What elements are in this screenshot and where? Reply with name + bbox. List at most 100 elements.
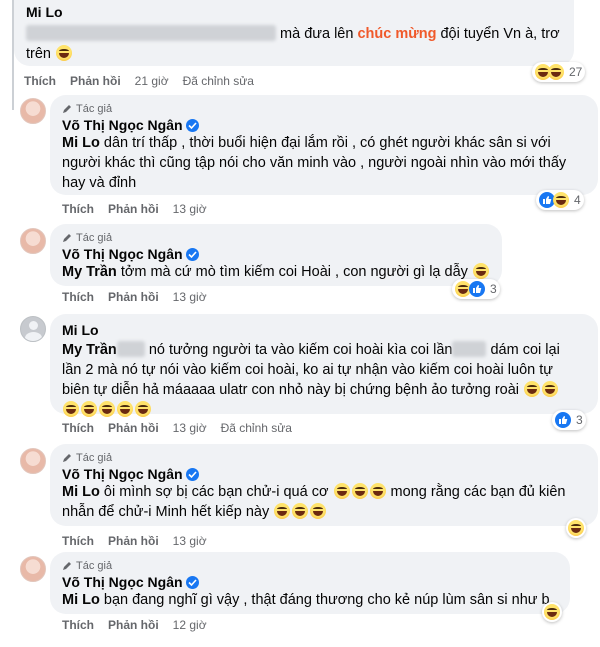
like-reaction-icon	[555, 412, 571, 428]
avatar[interactable]	[20, 316, 46, 342]
reaction-count: 4	[574, 193, 581, 207]
commenter-name[interactable]: Mi Lo	[26, 4, 562, 20]
laughing-emoji-icon	[117, 401, 133, 417]
haha-reaction-icon	[548, 64, 564, 80]
mention-link[interactable]: Mi Lo	[62, 135, 100, 151]
verified-icon	[185, 576, 199, 589]
like-button[interactable]: Thích	[24, 74, 56, 88]
avatar[interactable]	[20, 556, 46, 582]
laughing-emoji-icon	[333, 483, 350, 499]
commenter-name[interactable]: Võ Thị Ngọc Ngân	[62, 574, 183, 590]
mention-link[interactable]: Mi Lo	[62, 592, 100, 608]
timestamp[interactable]: 13 giờ	[173, 290, 207, 304]
comment-actions: Thích Phản hồi 13 giờ	[62, 290, 207, 304]
commenter-name[interactable]: Võ Thị Ngọc Ngân	[62, 117, 183, 133]
reaction-summary[interactable]: 3	[452, 279, 500, 299]
avatar[interactable]	[20, 98, 46, 124]
verified-icon	[185, 248, 199, 261]
timestamp[interactable]: 13 giờ	[173, 421, 207, 435]
reaction-summary[interactable]: 4	[536, 190, 584, 210]
comment-text: Mi Lo ôi mình sợ bị các bạn chử-i quá cơ…	[62, 483, 566, 520]
reply-button[interactable]: Phản hồi	[108, 202, 159, 216]
like-button[interactable]: Thích	[62, 290, 94, 304]
laughing-emoji-icon	[472, 263, 489, 279]
haha-reaction-icon	[553, 192, 569, 208]
laughing-emoji-icon	[292, 503, 309, 519]
comment-text: mà đưa lên chúc mừng đội tuyển Vn à, trơ…	[26, 25, 560, 62]
comment-actions: Thích Phản hồi 21 giờ Đã chỉnh sửa	[24, 74, 254, 88]
edited-label: Đã chỉnh sửa	[220, 421, 292, 435]
comment-text: My Trần tởm mà cứ mò tìm kiếm coi Hoài ,…	[62, 262, 490, 282]
mention-link[interactable]: Mi Lo	[62, 484, 100, 500]
timestamp[interactable]: 21 giờ	[135, 74, 169, 88]
laughing-emoji-icon	[369, 483, 386, 499]
reaction-count: 3	[490, 282, 497, 296]
laughing-emoji-icon	[274, 503, 291, 519]
reaction-count: 3	[576, 413, 583, 427]
laughing-emoji-icon	[135, 401, 151, 417]
pen-icon	[62, 233, 72, 243]
comment-actions: Thích Phản hồi 13 giờ Đã chỉnh sửa	[62, 421, 292, 435]
reply-button[interactable]: Phản hồi	[70, 74, 121, 88]
comment-bubble-1: Mi Lo mà đưa lên chúc mừng đội tuyển Vn …	[14, 0, 574, 66]
timestamp[interactable]: 12 giờ	[173, 618, 207, 632]
like-button[interactable]: Thích	[62, 534, 94, 548]
mention-link[interactable]: My Trần	[62, 264, 117, 280]
verified-icon	[185, 468, 199, 481]
pen-icon	[62, 104, 72, 114]
author-badge: Tác giả	[62, 103, 586, 115]
comment-actions: Thích Phản hồi 13 giờ	[62, 534, 207, 548]
like-button[interactable]: Thích	[62, 618, 94, 632]
like-button[interactable]: Thích	[62, 202, 94, 216]
comment-bubble-6: Tác giả Võ Thị Ngọc Ngân Mi Lo bạn đang …	[50, 552, 570, 614]
mention-link[interactable]: My Trần	[62, 342, 117, 358]
author-badge: Tác giả	[62, 452, 586, 464]
comment-text: Mi Lo bạn đang nghĩ gì vậy , thật đáng t…	[62, 592, 550, 608]
comment-bubble-4: Mi Lo My Trần nó tưởng người ta vào kiếm…	[50, 314, 598, 417]
laughing-emoji-icon	[542, 381, 559, 397]
reply-button[interactable]: Phản hồi	[108, 534, 159, 548]
verified-icon	[185, 119, 199, 132]
like-button[interactable]: Thích	[62, 421, 94, 435]
redacted-text	[26, 25, 276, 41]
redacted-text	[116, 341, 145, 357]
reaction-summary[interactable]	[542, 602, 562, 622]
comment-text: My Trần nó tưởng người ta vào kiếm coi h…	[62, 340, 586, 420]
laughing-emoji-icon	[99, 401, 115, 417]
comment-bubble-3: Tác giả Võ Thị Ngọc Ngân My Trần tởm mà …	[50, 224, 502, 286]
pen-icon	[62, 561, 72, 571]
avatar[interactable]	[20, 228, 46, 254]
comment-actions: Thích Phản hồi 13 giờ	[62, 202, 207, 216]
reply-button[interactable]: Phản hồi	[108, 618, 159, 632]
comment-actions: Thích Phản hồi 12 giờ	[62, 618, 207, 632]
like-reaction-icon	[469, 281, 485, 297]
author-badge: Tác giả	[62, 560, 558, 572]
reaction-summary[interactable]: 3	[552, 410, 586, 430]
laughing-emoji-icon	[56, 45, 73, 61]
laughing-emoji-icon	[310, 503, 327, 519]
commenter-name[interactable]: Mi Lo	[62, 322, 586, 338]
haha-reaction-icon	[544, 604, 560, 620]
laughing-emoji-icon	[524, 381, 541, 397]
timestamp[interactable]: 13 giờ	[173, 534, 207, 548]
pen-icon	[62, 453, 72, 463]
reaction-summary[interactable]: 27	[532, 62, 586, 82]
commenter-name[interactable]: Võ Thị Ngọc Ngân	[62, 246, 183, 262]
highlight-text: chúc mừng	[357, 26, 437, 42]
haha-reaction-icon	[568, 520, 584, 536]
laughing-emoji-icon	[351, 483, 368, 499]
comment-text: Mi Lo dân trí thấp , thời buổi hiện đại …	[62, 135, 567, 191]
avatar[interactable]	[20, 448, 46, 474]
reply-button[interactable]: Phản hồi	[108, 290, 159, 304]
laughing-emoji-icon	[63, 401, 79, 417]
comment-bubble-2: Tác giả Võ Thị Ngọc Ngân Mi Lo dân trí t…	[50, 95, 598, 195]
redacted-text	[452, 341, 487, 357]
reaction-count: 27	[569, 65, 583, 79]
timestamp[interactable]: 13 giờ	[173, 202, 207, 216]
reply-button[interactable]: Phản hồi	[108, 421, 159, 435]
edited-label: Đã chỉnh sửa	[182, 74, 254, 88]
author-badge: Tác giả	[62, 232, 490, 244]
commenter-name[interactable]: Võ Thị Ngọc Ngân	[62, 466, 183, 482]
reaction-summary[interactable]	[566, 518, 586, 538]
comment-bubble-5: Tác giả Võ Thị Ngọc Ngân Mi Lo ôi mình s…	[50, 444, 598, 526]
